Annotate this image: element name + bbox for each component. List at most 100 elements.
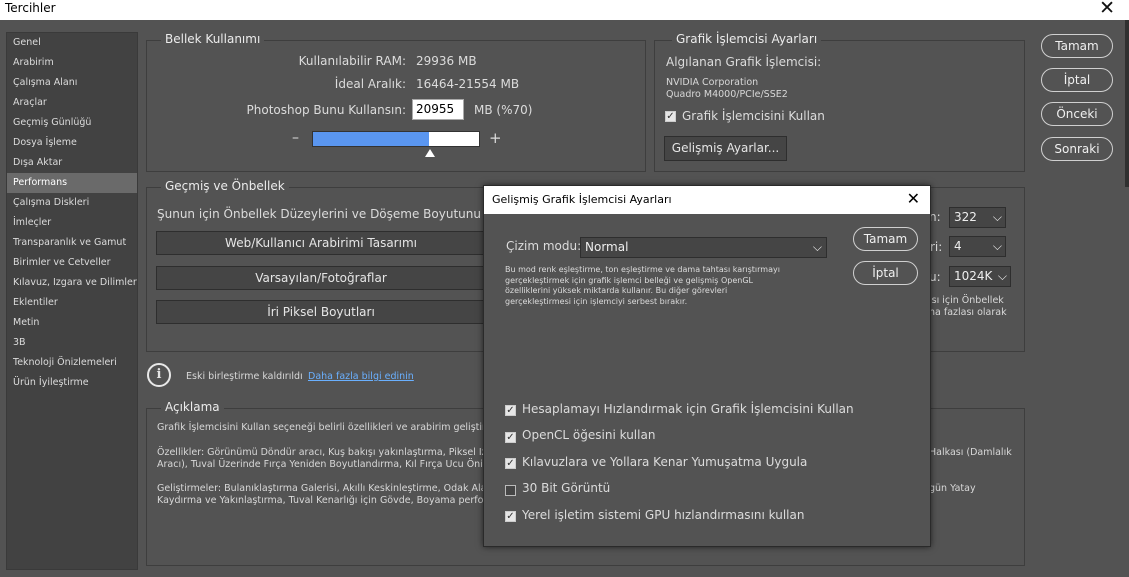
memory-slider-track[interactable] bbox=[312, 131, 480, 147]
memory-decrease-icon[interactable]: – bbox=[292, 130, 299, 146]
sidebar-item-araclar[interactable]: Araçlar bbox=[7, 93, 137, 113]
tile-size-value: 1024K bbox=[954, 269, 993, 283]
chevron-down-icon: ⌵ bbox=[992, 210, 1002, 224]
drawing-mode-value: Normal bbox=[585, 240, 629, 254]
antialias-label: Kılavuzlara ve Yollara Kenar Yumuşatma U… bbox=[522, 455, 808, 469]
preset-large-pixel-button[interactable]: İri Piksel Boyutları bbox=[156, 300, 486, 324]
sidebar-item-arabirim[interactable]: Arabirim bbox=[7, 53, 137, 73]
chevron-down-icon: ⌵ bbox=[997, 269, 1007, 283]
window-close-icon[interactable]: ✕ bbox=[1099, 0, 1115, 19]
cache-levels-select[interactable]: 4 ⌵ bbox=[949, 236, 1006, 257]
preset-web-button[interactable]: Web/Kullanıcı Arabirimi Tasarımı bbox=[156, 231, 486, 255]
drawing-mode-select[interactable]: Normal ⌵ bbox=[580, 237, 827, 258]
dialog-title: Gelişmiş Grafik İşlemcisi Ayarları bbox=[492, 193, 672, 206]
prev-button[interactable]: Önceki bbox=[1041, 102, 1113, 126]
features-right1: Halkası (Damlalık bbox=[929, 447, 1012, 458]
sidebar-item-3b[interactable]: 3B bbox=[7, 333, 137, 353]
sidebar-item-eklentiler[interactable]: Eklentiler bbox=[7, 293, 137, 313]
memory-increase-icon[interactable]: + bbox=[489, 129, 502, 147]
sidebar-item-urun[interactable]: Ürün İyileştirme bbox=[7, 373, 137, 393]
cache-note-line2: ha fazlası olarak bbox=[929, 307, 1007, 318]
memory-slider-fill bbox=[313, 132, 430, 146]
mode-desc-line: özelliklerini yüksek miktarda kullanır. … bbox=[505, 286, 728, 295]
cache-note-line1: ısı için Önbellek bbox=[929, 295, 1004, 306]
native-gpu-label: Yerel işletim sistemi GPU hızlandırmasın… bbox=[522, 508, 805, 522]
dialog-ok-button[interactable]: Tamam bbox=[853, 227, 918, 251]
gpu-compute-label: Hesaplamayı Hızlandırmak için Grafik İşl… bbox=[522, 402, 854, 416]
learn-more-link[interactable]: Daha fazla bilgi edinin bbox=[308, 371, 414, 382]
sidebar-item-dosya-isleme[interactable]: Dosya İşleme bbox=[7, 133, 137, 153]
improvements-right1: gün Yatay bbox=[929, 483, 976, 494]
description-title: Açıklama bbox=[161, 400, 224, 414]
description-line1: Grafik İşlemcisini Kullan seçeneği belir… bbox=[157, 422, 510, 433]
sidebar-item-metin[interactable]: Metin bbox=[7, 313, 137, 333]
cancel-button[interactable]: İptal bbox=[1041, 68, 1113, 92]
sidebar-item-performans[interactable]: Performans bbox=[7, 173, 137, 193]
use-gpu-checkbox[interactable]: ✓ bbox=[665, 111, 676, 122]
native-gpu-checkbox[interactable]: ✓ bbox=[505, 511, 516, 522]
30bit-display-checkbox[interactable] bbox=[505, 485, 516, 496]
sidebar-item-disa-aktar[interactable]: Dışa Aktar bbox=[7, 153, 137, 173]
sidebar-item-genel[interactable]: Genel bbox=[7, 33, 137, 53]
gpu-model: Quadro M4000/PCIe/SSE2 bbox=[666, 89, 788, 100]
sidebar-item-transparanlik[interactable]: Transparanlık ve Gamut bbox=[7, 233, 137, 253]
window-titlebar: Tercihler ✕ bbox=[0, 0, 1129, 20]
opencl-checkbox[interactable]: ✓ bbox=[505, 432, 516, 443]
sidebar-item-gecmis-gunlugu[interactable]: Geçmiş Günlüğü bbox=[7, 113, 137, 133]
history-intro: Şunun için Önbellek Düzeylerini ve Döşem… bbox=[157, 207, 516, 221]
memory-use-input[interactable]: 20955 bbox=[412, 99, 464, 120]
mode-desc-line: Bu mod renk eşleştirme, ton eşleştirme v… bbox=[505, 265, 780, 274]
scrollbar[interactable] bbox=[1125, 20, 1129, 187]
sidebar-item-imlecler[interactable]: İmleçler bbox=[7, 213, 137, 233]
cache-levels-value: 4 bbox=[954, 239, 962, 253]
ideal-range-value: 16464-21554 MB bbox=[416, 77, 520, 91]
improvements-line2: Kaydırma ve Yakınlaştırma, Tuval Kenarlı… bbox=[157, 495, 509, 506]
ideal-range-label: İdeal Aralık: bbox=[334, 77, 406, 91]
available-ram-value: 29936 MB bbox=[416, 54, 477, 68]
mode-desc-line: gerçekleştirmek için grafik işlemci bell… bbox=[505, 275, 753, 285]
mode-desc-line: gerçekleştirmesi için işlemciyi serbest … bbox=[505, 296, 688, 306]
sidebar-item-kilavuz[interactable]: Kılavuz, Izgara ve Dilimler bbox=[7, 273, 137, 293]
preset-default-button[interactable]: Varsayılan/Fotoğraflar bbox=[156, 266, 486, 290]
chevron-down-icon: ⌵ bbox=[812, 240, 822, 254]
memory-title: Bellek Kullanımı bbox=[161, 32, 265, 46]
drawing-mode-description: Bu mod renk eşleştirme, ton eşleştirme v… bbox=[505, 265, 825, 307]
memory-slider-thumb[interactable] bbox=[424, 149, 435, 157]
sidebar-item-calisma-diskleri[interactable]: Çalışma Diskleri bbox=[7, 193, 137, 213]
chevron-down-icon: ⌵ bbox=[992, 239, 1002, 253]
opencl-label: OpenCL öğesini kullan bbox=[522, 428, 656, 442]
available-ram-label: Kullanılabilir RAM: bbox=[298, 54, 406, 68]
gpu-title: Grafik İşlemcisi Ayarları bbox=[672, 32, 822, 46]
drawing-mode-label: Çizim modu: bbox=[506, 239, 582, 253]
improvements-line1: Geliştirmeler: Bulanıklaştırma Galerisi,… bbox=[157, 483, 513, 494]
info-icon: i bbox=[147, 363, 171, 387]
next-button[interactable]: Sonraki bbox=[1041, 137, 1113, 161]
tile-size-select[interactable]: 1024K ⌵ bbox=[949, 266, 1011, 287]
cache-levels-label: ri: bbox=[930, 240, 943, 254]
features-line2: Aracı), Tuval Üzerinde Fırça Yeniden Boy… bbox=[157, 459, 501, 470]
window-title: Tercihler bbox=[5, 1, 56, 15]
gpu-compute-checkbox[interactable]: ✓ bbox=[505, 405, 516, 416]
gpu-vendor: NVIDIA Corporation bbox=[666, 77, 759, 88]
antialias-checkbox[interactable]: ✓ bbox=[505, 458, 516, 469]
sidebar-item-teknoloji[interactable]: Teknoloji Önizlemeleri bbox=[7, 353, 137, 373]
detected-gpu-label: Algılanan Grafik İşlemcisi: bbox=[666, 55, 822, 69]
dialog-cancel-button[interactable]: İptal bbox=[853, 261, 918, 285]
sidebar-item-calisma-alani[interactable]: Çalışma Alanı bbox=[7, 73, 137, 93]
legacy-compositing-text: Eski birleştirme kaldırıldı bbox=[186, 371, 303, 382]
memory-percent-label: MB (%70) bbox=[474, 103, 533, 117]
use-gpu-label: Grafik İşlemcisini Kullan bbox=[682, 109, 825, 123]
dialog-close-icon[interactable]: ✕ bbox=[907, 189, 920, 208]
30bit-display-label: 30 Bit Görüntü bbox=[522, 481, 611, 495]
history-states-select[interactable]: 322 ⌵ bbox=[949, 207, 1006, 228]
history-title: Geçmiş ve Önbellek bbox=[161, 179, 289, 193]
preferences-sidebar: Genel Arabirim Çalışma Alanı Araçlar Geç… bbox=[6, 32, 138, 570]
advanced-gpu-dialog: Gelişmiş Grafik İşlemcisi Ayarları ✕ Çiz… bbox=[483, 185, 931, 547]
ok-button[interactable]: Tamam bbox=[1041, 34, 1113, 58]
history-states-value: 322 bbox=[954, 210, 977, 224]
sidebar-item-birimler[interactable]: Birimler ve Cetveller bbox=[7, 253, 137, 273]
advanced-settings-button[interactable]: Gelişmiş Ayarlar... bbox=[664, 136, 787, 161]
features-line1: Özellikler: Görünümü Döndür aracı, Kuş b… bbox=[157, 447, 503, 458]
dialog-titlebar: Gelişmiş Grafik İşlemcisi Ayarları ✕ bbox=[484, 186, 930, 214]
use-memory-label: Photoshop Bunu Kullansın: bbox=[246, 103, 406, 117]
